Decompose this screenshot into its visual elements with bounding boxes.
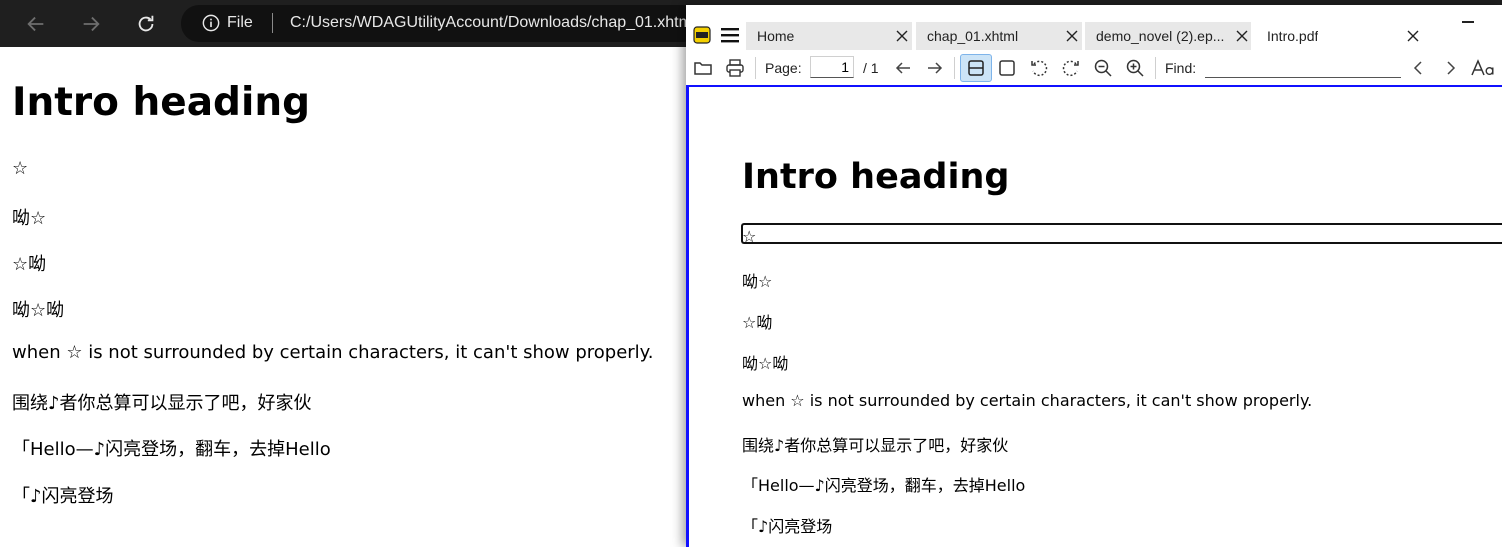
sumatra-logo-icon bbox=[693, 26, 711, 44]
find-next-button[interactable] bbox=[1439, 57, 1461, 79]
back-button[interactable] bbox=[22, 10, 50, 38]
zoom-out-button[interactable] bbox=[1092, 57, 1114, 79]
browser-page-content: Intro heading ☆ 呦☆ ☆呦 呦☆呦 when ☆ is not … bbox=[12, 48, 692, 547]
tab-label: demo_novel (2).ep... bbox=[1096, 28, 1225, 44]
content-line: when ☆ is not surrounded by certain char… bbox=[742, 391, 1313, 410]
find-next-icon bbox=[1447, 61, 1456, 75]
info-icon[interactable] bbox=[202, 14, 220, 32]
pdf-page[interactable]: Intro heading ☆ 呦☆ ☆呦 呦☆呦 when ☆ is not … bbox=[686, 85, 1502, 547]
page-heading: Intro heading bbox=[742, 157, 1010, 197]
viewer-tab-bar: Home chap_01.xhtml demo_novel (2).ep... … bbox=[686, 5, 1502, 50]
prev-page-icon bbox=[895, 62, 910, 74]
pdf-viewer-window: Home chap_01.xhtml demo_novel (2).ep... … bbox=[686, 5, 1502, 547]
fit-width-icon bbox=[968, 60, 984, 76]
fit-page-button[interactable] bbox=[996, 57, 1018, 79]
page-total: / 1 bbox=[863, 60, 879, 76]
back-arrow-icon bbox=[27, 16, 44, 32]
match-case-icon bbox=[1471, 59, 1494, 76]
close-icon[interactable] bbox=[1065, 29, 1079, 43]
prev-page-button[interactable] bbox=[892, 57, 914, 79]
content-line: 「Hello—♪闪亮登场，翻车，去掉Hello bbox=[12, 439, 331, 460]
content-line: 呦☆ bbox=[12, 208, 47, 229]
rotate-left-icon bbox=[1031, 60, 1048, 77]
address-url[interactable]: C:/Users/WDAGUtilityAccount/Downloads/ch… bbox=[290, 14, 695, 32]
open-folder-icon bbox=[694, 62, 712, 75]
tab-label: chap_01.xhtml bbox=[927, 28, 1019, 44]
rotate-left-button[interactable] bbox=[1028, 57, 1050, 79]
print-icon bbox=[726, 59, 744, 77]
minimize-button[interactable] bbox=[1462, 21, 1474, 23]
toolbar-separator bbox=[755, 57, 756, 79]
zoom-in-icon bbox=[1126, 59, 1144, 77]
content-line: ☆呦 bbox=[12, 254, 47, 275]
address-scheme-label: File bbox=[227, 14, 253, 31]
content-line: 「Hello—♪闪亮登场，翻车，去掉Hello bbox=[742, 476, 1026, 495]
find-input[interactable] bbox=[1205, 56, 1401, 78]
address-separator bbox=[272, 13, 273, 33]
find-label: Find: bbox=[1165, 60, 1197, 76]
rotate-right-icon bbox=[1062, 60, 1079, 77]
zoom-out-icon bbox=[1094, 59, 1112, 77]
forward-button[interactable] bbox=[77, 10, 105, 38]
page-label: Page: bbox=[765, 60, 802, 76]
close-icon[interactable] bbox=[895, 29, 909, 43]
content-line: ☆ bbox=[12, 158, 29, 179]
reload-button[interactable] bbox=[132, 10, 160, 38]
find-prev-button[interactable] bbox=[1408, 57, 1430, 79]
tab-label: Home bbox=[757, 28, 795, 44]
focus-outline bbox=[741, 223, 1502, 244]
page-heading: Intro heading bbox=[12, 80, 311, 125]
tab-home[interactable]: Home bbox=[746, 22, 912, 50]
tab-label: Intro.pdf bbox=[1267, 28, 1319, 44]
toolbar-separator bbox=[954, 57, 955, 79]
content-line: 呦☆呦 bbox=[742, 354, 789, 373]
open-button[interactable] bbox=[692, 57, 714, 79]
reload-icon bbox=[138, 15, 154, 32]
toolbar-separator bbox=[1155, 57, 1156, 79]
fit-width-button[interactable] bbox=[960, 54, 992, 82]
content-line: 「♪闪亮登场 bbox=[742, 517, 833, 536]
next-page-icon bbox=[928, 62, 943, 74]
rotate-right-button[interactable] bbox=[1060, 57, 1082, 79]
content-line: when ☆ is not surrounded by certain char… bbox=[12, 342, 654, 363]
address-bar[interactable]: File C:/Users/WDAGUtilityAccount/Downloa… bbox=[181, 5, 701, 42]
forward-arrow-icon bbox=[83, 16, 100, 32]
page-number-input[interactable] bbox=[810, 56, 854, 78]
match-case-button[interactable] bbox=[1471, 57, 1497, 79]
zoom-in-button[interactable] bbox=[1124, 57, 1146, 79]
content-line: 围绕♪者你总算可以显示了吧，好家伙 bbox=[742, 436, 1009, 455]
content-line: 呦☆ bbox=[742, 272, 773, 291]
content-line: ☆ bbox=[742, 227, 757, 246]
content-line: 呦☆呦 bbox=[12, 300, 65, 321]
close-icon[interactable] bbox=[1235, 29, 1249, 43]
tab-demo-novel[interactable]: demo_novel (2).ep... bbox=[1085, 22, 1251, 50]
content-line: 围绕♪者你总算可以显示了吧，好家伙 bbox=[12, 393, 312, 414]
tab-chap-01[interactable]: chap_01.xhtml bbox=[916, 22, 1082, 50]
viewer-toolbar: Page: / 1 Find: bbox=[686, 51, 1502, 85]
next-page-button[interactable] bbox=[924, 57, 946, 79]
content-line: ☆呦 bbox=[742, 313, 773, 332]
fit-page-icon bbox=[999, 60, 1015, 76]
print-button[interactable] bbox=[724, 57, 746, 79]
close-icon[interactable] bbox=[1406, 29, 1420, 43]
hamburger-menu-icon[interactable] bbox=[721, 27, 739, 43]
find-prev-icon bbox=[1413, 61, 1422, 75]
tab-intro-pdf[interactable]: Intro.pdf bbox=[1256, 22, 1422, 50]
content-line: 「♪闪亮登场 bbox=[12, 486, 114, 507]
